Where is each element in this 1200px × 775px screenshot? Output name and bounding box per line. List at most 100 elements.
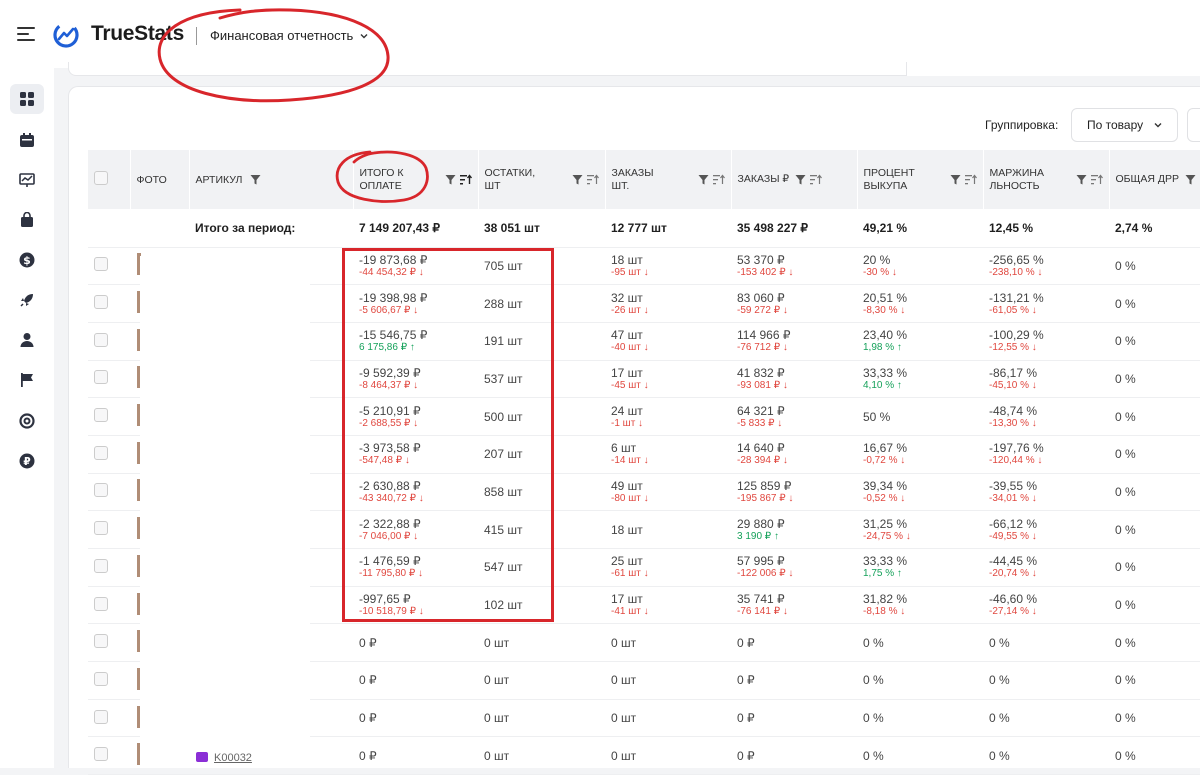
ruble-icon: ₽ [19,453,35,469]
buyout-cell-delta: 1,75 % ↑ [863,568,902,580]
drr-cell: 0 % [1109,623,1200,663]
orders-rub-cell-value: 0 ₽ [737,673,755,688]
col-buyout[interactable]: ПРОЦЕНТ ВЫКУПА [857,150,984,209]
sort-icon[interactable] [1090,174,1103,185]
stock-cell-value: 191 шт [484,334,523,349]
drr-cell: 0 % [1109,247,1200,286]
report-selector[interactable]: Финансовая отчетность [210,28,369,43]
row-checkbox[interactable] [94,521,108,536]
extra-control[interactable] [1187,108,1200,142]
payout-cell: -15 546,75 ₽6 175,86 ₽ ↑ [353,322,478,361]
orders-qty-cell-value: 0 шт [611,748,637,763]
row-checkbox[interactable] [94,295,108,310]
sidebar-item-payments[interactable]: ₽ [10,446,44,476]
sidebar-item-profile[interactable] [10,325,44,355]
orders-qty-cell-value: 6 шт [611,441,637,456]
orders-rub-cell-value: 29 880 ₽ [737,516,785,531]
sidebar-item-support[interactable] [10,406,44,436]
filter-icon[interactable] [1185,174,1196,185]
filter-icon[interactable] [445,174,456,185]
buyout-cell-value: 0 % [863,748,884,763]
payout-cell-value: -5 210,91 ₽ [359,403,421,418]
filter-icon[interactable] [572,174,583,185]
menu-icon[interactable] [17,27,35,41]
payout-cell-value: -19 398,98 ₽ [359,290,428,305]
sidebar-item-promotion[interactable] [10,285,44,315]
orders-qty-cell-delta: -41 шт ↓ [611,606,649,618]
row-checkbox[interactable] [94,332,108,347]
sidebar-item-goals[interactable] [10,365,44,395]
orders-rub-cell-value: 125 859 ₽ [737,478,792,493]
stock-cell: 0 шт [478,736,605,775]
stock-cell-value: 288 шт [484,296,523,311]
flag-icon [21,373,33,387]
buyout-cell: 33,33 % 4,10 % ↑ [857,360,983,399]
col-payout[interactable]: ИТОГО К ОПЛАТЕ [353,150,479,209]
row-checkbox[interactable] [94,483,108,498]
sidebar-item-analytics[interactable] [10,165,44,195]
row-checkbox[interactable] [94,445,108,460]
col-margin[interactable]: МАРЖИНА ЛЬНОСТЬ [983,150,1110,209]
buyout-cell-value: 0 % [863,673,884,688]
product-tag-text[interactable]: K00032 [214,752,252,764]
filter-icon[interactable] [950,174,961,185]
col-article[interactable]: АРТИКУЛ [189,150,354,209]
col-orders-qty-label: ЗАКАЗЫ ШТ. [611,166,654,192]
margin-cell-value: -66,12 % [989,516,1038,531]
sort-icon[interactable] [586,174,599,185]
stock-cell: 288 шт [478,284,605,323]
filter-icon[interactable] [698,174,709,185]
grouping-select-value: По товару [1087,118,1144,132]
sidebar-item-calendar[interactable] [10,125,44,155]
col-drr[interactable]: ОБЩАЯ ДРР [1109,150,1200,209]
margin-cell-value: -44,45 % [989,554,1038,569]
orders-rub-cell-delta: -59 272 ₽ ↓ [737,304,788,316]
drr-cell-value: 0 % [1115,447,1136,462]
orders-qty-cell: 24 шт -1 шт ↓ [605,397,731,436]
row-checkbox[interactable] [94,370,108,385]
margin-cell-delta: -34,01 % ↓ [989,492,1037,504]
sidebar-item-finance[interactable]: $ [10,245,44,275]
row-checkbox[interactable] [94,709,108,724]
row-checkbox[interactable] [94,747,108,762]
sidebar-item-products[interactable] [10,205,44,235]
col-stock[interactable]: ОСТАТКИ, ШТ [478,150,606,209]
payout-cell: -2 630,88 ₽ -43 340,72 ₽ ↓ [353,473,478,512]
stock-cell-value: 0 шт [484,711,510,726]
row-checkbox[interactable] [94,558,108,573]
payout-cell-delta: -43 340,72 ₽ ↓ [359,492,424,504]
col-orders-rub-label: ЗАКАЗЫ ₽ [737,173,790,185]
row-checkbox[interactable] [94,257,108,272]
buyout-cell: 31,82 % -8,18 % ↓ [857,586,983,625]
filter-icon[interactable] [1076,174,1087,185]
margin-cell: 0 % [983,661,1109,700]
orders-qty-cell-value: 17 шт [611,365,643,380]
row-checkbox[interactable] [94,596,108,611]
filter-icon[interactable] [795,174,806,185]
sort-icon[interactable] [712,174,725,185]
orders-qty-cell-delta: -26 шт ↓ [611,304,649,316]
col-orders-rub[interactable]: ЗАКАЗЫ ₽ [731,150,858,209]
filter-icon[interactable] [250,174,261,185]
buyout-cell: 16,67 % -0,72 % ↓ [857,435,983,474]
buyout-cell: 0 % [857,699,983,738]
grouping-select[interactable]: По товару [1071,108,1178,142]
row-checkbox[interactable] [94,634,108,649]
sort-icon[interactable] [810,174,823,185]
col-orders-qty[interactable]: ЗАКАЗЫ ШТ. [605,150,732,209]
payout-cell-delta: -7 046,00 ₽ ↓ [359,530,419,542]
buyout-cell-value: 50 % [863,409,891,424]
select-all-checkbox[interactable] [94,171,108,185]
sidebar-item-dashboard[interactable] [10,84,44,114]
row-checkbox[interactable] [94,671,108,686]
sort-icon[interactable] [964,174,977,185]
drr-cell: 0 % [1109,322,1200,361]
margin-cell-value: -39,55 % [989,478,1038,493]
sort-asc-icon[interactable] [459,174,472,185]
buyout-cell-value: 23,40 % [863,328,908,343]
row-checkbox[interactable] [94,408,108,423]
stock-cell: 0 шт [478,661,605,700]
row-select [88,322,130,361]
chart-icon [19,173,35,187]
buyout-cell-delta: -30 % ↓ [863,266,897,278]
